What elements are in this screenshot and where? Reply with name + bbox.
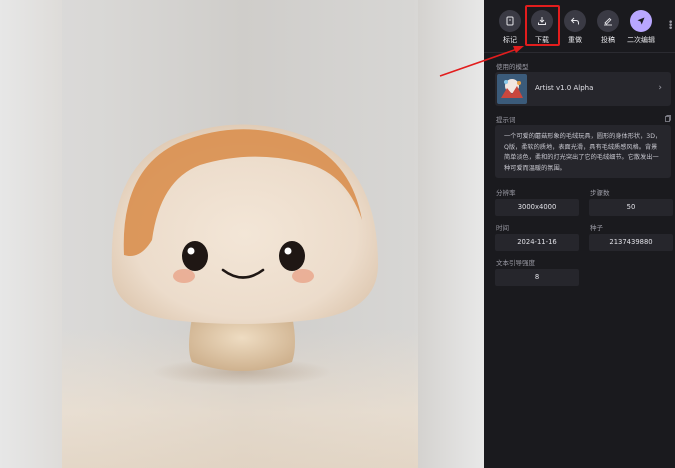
mark-label: 标记 (503, 36, 517, 44)
submit-icon (597, 10, 619, 32)
redo-label: 重做 (568, 36, 582, 44)
model-thumbnail (497, 74, 527, 104)
redo-icon (564, 10, 586, 32)
prompt-section-label: 提示词 (496, 116, 516, 124)
prompt-text: 一个可爱的蘑菇形象的毛绒玩具，圆形的身体形状，3D，Q版，柔软的质地，表面光滑，… (495, 125, 671, 178)
resolution-value: 3000x4000 (495, 199, 579, 216)
time-label: 时间 (496, 224, 509, 232)
model-name: Artist v1.0 Alpha (535, 84, 594, 92)
mushroom-illustration (111, 124, 379, 386)
action-toolbar: 标记 下载 重做 投稿 二次编辑 • • • (484, 0, 675, 50)
download-highlight-box (525, 5, 560, 46)
steps-value: 50 (589, 199, 673, 216)
image-preview (0, 0, 484, 468)
cfg-label: 文本引导强度 (496, 259, 535, 267)
resolution-label: 分辨率 (496, 189, 516, 197)
submit-button[interactable]: 投稿 (591, 10, 625, 45)
cfg-value: 8 (495, 269, 579, 286)
time-value: 2024-11-16 (495, 234, 579, 251)
seed-value: 2137439880 (589, 234, 673, 251)
mark-button[interactable]: 标记 (493, 10, 527, 45)
seed-label: 种子 (590, 224, 603, 232)
bookmark-icon (499, 10, 521, 32)
steps-label: 步骤数 (590, 189, 610, 197)
redo-button[interactable]: 重做 (558, 10, 592, 45)
secondary-edit-label: 二次编辑 (627, 36, 655, 44)
model-selector[interactable]: Artist v1.0 Alpha › (495, 72, 671, 106)
submit-label: 投稿 (601, 36, 615, 44)
model-section-label: 使用的模型 (496, 63, 529, 71)
toolbar-divider (484, 52, 675, 53)
chevron-right-icon: › (658, 83, 662, 93)
copy-icon[interactable] (665, 115, 671, 122)
send-icon (630, 10, 652, 32)
secondary-edit-button[interactable]: 二次编辑 (624, 10, 658, 45)
more-vertical-icon[interactable]: • • • (668, 19, 673, 34)
